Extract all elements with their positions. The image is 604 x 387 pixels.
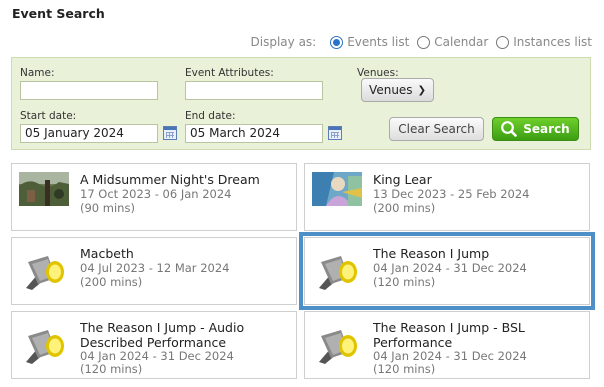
display-instances-list-option[interactable]: Instances list [496,35,592,49]
radio-instances-list[interactable] [496,35,510,49]
event-dates: 04 Jul 2023 - 12 Mar 2024 [80,261,230,275]
search-button-label: Search [523,122,570,136]
end-date-label: End date: [185,110,236,122]
spotlight-icon [26,330,64,364]
display-as-group: Display as: Events list Calendar Instanc… [251,35,592,49]
event-title[interactable]: Macbeth [80,246,290,261]
event-title[interactable]: A Midsummer Night's Dream [80,172,290,187]
event-title[interactable]: King Lear [373,172,583,187]
search-filter-panel: Name: Event Attributes: Venues: Venues ❯… [11,57,591,150]
search-icon [501,121,518,137]
radio-events-list[interactable] [330,35,344,49]
event-card[interactable]: King Lear 13 Dec 2023 - 25 Feb 2024 (200… [304,163,590,231]
event-dates: 04 Jan 2024 - 31 Dec 2024 [373,261,527,275]
calendar-label[interactable]: Calendar [434,35,488,49]
clear-search-button[interactable]: Clear Search [389,117,484,141]
event-attributes-input[interactable] [185,81,323,100]
event-dates: 13 Dec 2023 - 25 Feb 2024 [373,187,530,201]
start-date-label: Start date: [20,110,77,122]
venues-button-label: Venues [369,83,413,97]
event-card[interactable]: A Midsummer Night's Dream 17 Oct 2023 - … [11,163,297,231]
event-card[interactable]: The Reason I Jump - BSL Performance 04 J… [304,311,590,379]
event-dates: 17 Oct 2023 - 06 Jan 2024 [80,187,232,201]
event-title[interactable]: The Reason I Jump - BSL Performance [373,320,583,350]
venues-dropdown[interactable]: Venues ❯ [361,78,434,102]
display-as-label: Display as: [250,35,317,49]
start-date-calendar-icon[interactable] [163,126,177,140]
spotlight-icon [26,256,64,290]
event-duration: (200 mins) [373,201,436,215]
search-button[interactable]: Search [492,117,579,141]
chevron-down-icon: ❯ [417,84,426,96]
spotlight-icon [319,256,357,290]
event-title[interactable]: The Reason I Jump [373,246,583,261]
event-thumbnail [312,172,362,206]
name-label: Name: [20,67,55,79]
event-card[interactable]: Macbeth 04 Jul 2023 - 12 Mar 2024 (200 m… [11,237,297,305]
event-duration: (120 mins) [373,362,436,376]
event-duration: (120 mins) [80,362,143,376]
instances-list-label[interactable]: Instances list [513,35,592,49]
page-title: Event Search [12,6,105,21]
event-title[interactable]: The Reason I Jump - Audio Described Perf… [80,320,290,350]
start-date-input[interactable]: 05 January 2024 [20,124,158,143]
display-events-list-option[interactable]: Events list [330,35,409,49]
name-input[interactable] [20,81,158,100]
event-duration: (90 mins) [80,201,135,215]
event-attributes-label: Event Attributes: [185,67,274,79]
event-thumbnail [19,172,69,206]
spotlight-icon [319,330,357,364]
event-duration: (120 mins) [373,275,436,289]
event-card-selected[interactable]: The Reason I Jump 04 Jan 2024 - 31 Dec 2… [299,232,595,310]
event-card[interactable]: The Reason I Jump - Audio Described Perf… [11,311,297,379]
radio-calendar[interactable] [417,35,431,49]
end-date-calendar-icon[interactable] [328,126,342,140]
event-duration: (200 mins) [80,275,143,289]
events-list-label[interactable]: Events list [347,35,409,49]
end-date-input[interactable]: 05 March 2024 [185,124,323,143]
display-calendar-option[interactable]: Calendar [417,35,488,49]
